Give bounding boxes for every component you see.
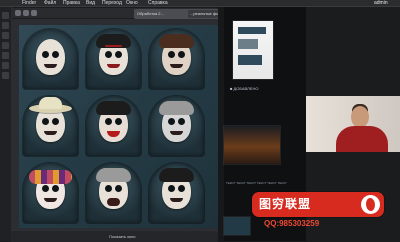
image-canvas[interactable] [11,19,218,230]
webcam-shirt [336,126,388,152]
thumbnail-photo[interactable] [224,126,280,164]
move-tool-icon[interactable] [2,12,9,19]
eye-icon [105,118,112,125]
hair [159,34,194,48]
faces-grid-image [19,25,218,228]
face-dark [159,168,194,209]
toolbar-button-3[interactable] [31,10,37,16]
eye-icon [42,118,49,125]
face-shout [96,168,131,209]
eye-icon [178,185,185,192]
face-flowers [29,170,72,209]
eye-icon [105,51,112,58]
mouth [44,64,57,68]
hair [96,168,131,182]
doc-block [238,27,266,34]
status-user[interactable]: admin [374,0,388,6]
face-clown [96,34,131,75]
toolbar-button-2[interactable] [23,10,29,16]
lasso-tool-icon[interactable] [2,32,9,39]
eye-icon [52,51,59,58]
face-skull [36,39,65,75]
select-tool-icon[interactable] [2,22,9,29]
eye-icon [42,185,49,192]
mouth [170,64,183,68]
eye-icon [178,51,185,58]
niche-6 [149,96,204,156]
eye-icon [115,51,122,58]
face-redlips [96,101,131,142]
menu-item-edit[interactable]: Правка [63,0,80,6]
hair [159,101,194,115]
doc-block [238,55,262,65]
niche-3 [149,29,204,89]
doc-block [238,39,258,49]
webcam-face [351,106,369,128]
panel-caption-3: ТЕКСТ ТЕКСТ ТЕКСТ ТЕКСТ ТЕКСТ ТЕКСТ [226,181,287,185]
face-grey [159,101,194,142]
thumbnail-small[interactable] [224,217,250,235]
eye-icon [52,118,59,125]
eye-icon [115,118,122,125]
niche-4 [23,96,78,156]
flame-icon [361,195,380,214]
mouth [44,198,57,202]
mouth [170,198,183,202]
menu-item-finder[interactable]: Finder [22,0,36,6]
eye-icon [52,185,59,192]
toolbar-button-1[interactable] [15,10,21,16]
niche-7 [23,163,78,223]
menu-item-view[interactable]: Вид [86,0,95,6]
eye-icon [178,118,185,125]
mouth [107,198,120,206]
thumbnail-document[interactable] [233,21,273,79]
status-text: Показать окно [109,234,136,239]
niche-2 [86,29,141,89]
eye-icon [115,185,122,192]
flower-crown [29,170,72,184]
text-tool-icon[interactable] [2,72,9,79]
eye-icon [168,51,175,58]
tab-active[interactable]: Обработка 2... [134,9,190,19]
panel-caption: ■ ДОБАВЛЕНО [230,86,259,91]
paint-line [105,45,122,47]
hat [29,97,72,113]
eraser-tool-icon[interactable] [2,62,9,69]
menu-item-go[interactable]: Переход [102,0,122,6]
niche-9 [149,163,204,223]
menu-item-file[interactable]: Файл [44,0,56,6]
face-hat [29,97,72,142]
mouth [44,131,57,135]
mouth [170,131,183,135]
eye-icon [105,185,112,192]
brush-tool-icon[interactable] [2,52,9,59]
webcam-overlay [306,96,400,152]
eye-icon [168,118,175,125]
top-toolbar: Обработка 2... ...реальные фото [11,8,223,19]
niche-5 [86,96,141,156]
watermark: 图穷联盟 QQ:985303259 [252,192,384,233]
eye-icon [42,51,49,58]
face-painted [159,34,194,75]
mouth [107,131,120,137]
niche-8 [86,163,141,223]
hair [159,168,194,182]
menu-item-help[interactable]: Справка [148,0,168,6]
menu-item-window[interactable]: Окно [126,0,138,6]
eye-icon [168,185,175,192]
watermark-qq: QQ:985303259 [264,219,320,228]
mouth [107,64,120,68]
menu-bar: Finder Файл Правка Вид Переход Окно Спра… [0,0,400,7]
niche-1 [23,29,78,89]
hair [96,101,131,115]
crop-tool-icon[interactable] [2,42,9,49]
